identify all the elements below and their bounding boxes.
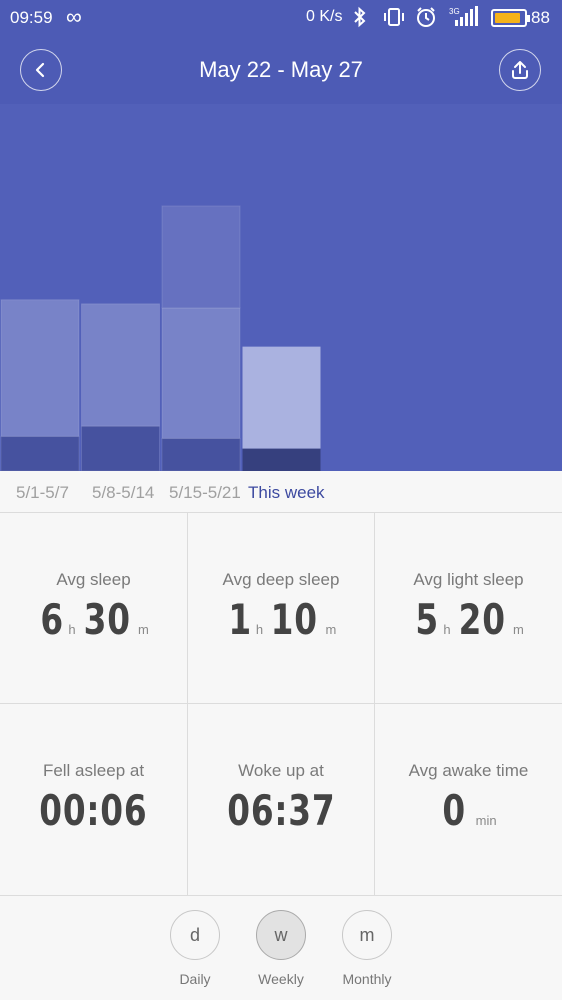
fell-asleep-value: 00:06	[0, 786, 187, 835]
avg-sleep-card: Avg sleep 6 h 30 m	[0, 513, 187, 704]
chart-svg	[0, 205, 321, 471]
week-tabs: 5/1-5/7 5/8-5/14 5/15-5/21 This week	[0, 471, 562, 513]
daily-label: Daily	[179, 971, 211, 987]
avg-sleep-minutes: 30	[83, 595, 131, 644]
fell-asleep-card: Fell asleep at 00:06	[0, 704, 187, 895]
weekly-circle[interactable]: w	[256, 910, 306, 960]
week-tab-1[interactable]: 5/1-5/7	[16, 483, 69, 503]
avg-deep-sleep-card: Avg deep sleep 1 h 10 m	[187, 513, 375, 704]
hours-unit: h	[443, 622, 451, 637]
awake-time-label: Avg awake time	[408, 761, 529, 780]
daily-circle[interactable]: d	[170, 910, 220, 960]
weekly-button[interactable]: w Weekly	[241, 910, 321, 987]
monthly-label: Monthly	[342, 971, 392, 987]
page-title: May 22 - May 27	[199, 57, 363, 82]
fell-asleep-time: 00:06	[39, 786, 148, 835]
avg-light-sleep-minutes: 20	[458, 595, 506, 644]
awake-time-number: 0	[442, 786, 467, 835]
avg-sleep-label: Avg sleep	[56, 570, 131, 589]
bluetooth-icon	[352, 6, 368, 33]
woke-up-card: Woke up at 06:37	[187, 704, 375, 895]
header: May 22 - May 27	[0, 36, 562, 104]
week-tab-this-week[interactable]: This week	[248, 483, 325, 503]
infinity-icon: ∞	[66, 4, 82, 29]
daily-button[interactable]: d Daily	[155, 910, 235, 987]
fell-asleep-label: Fell asleep at	[42, 761, 145, 780]
bar-deep-3[interactable]	[161, 437, 241, 471]
status-time: 09:59	[10, 8, 53, 27]
share-button[interactable]	[499, 49, 541, 91]
bar-deep-1[interactable]	[0, 435, 80, 471]
monthly-button[interactable]: m Monthly	[327, 910, 407, 987]
woke-up-time: 06:37	[226, 786, 336, 835]
week-tab-3[interactable]: 5/15-5/21	[169, 483, 241, 503]
bar-deep-4[interactable]	[242, 448, 321, 471]
avg-sleep-hours: 6	[40, 595, 65, 644]
weekly-label: Weekly	[258, 971, 304, 987]
avg-light-sleep-card: Avg light sleep 5 h 20 m	[375, 513, 562, 704]
avg-deep-sleep-label: Avg deep sleep	[222, 570, 340, 589]
bar-light-3[interactable]	[161, 307, 241, 439]
bar-light-2[interactable]	[81, 303, 160, 427]
woke-up-label: Woke up at	[238, 761, 324, 780]
network-speed: 0 K/s	[306, 8, 343, 25]
avg-light-sleep-value: 5 h 20 m	[375, 595, 562, 644]
avg-light-sleep-label: Avg light sleep	[413, 570, 524, 589]
awake-time-value: 0 min	[375, 786, 562, 835]
awake-time-card: Avg awake time 0 min	[375, 704, 562, 895]
vibrate-icon	[383, 6, 405, 33]
avg-light-sleep-hours: 5	[415, 595, 440, 644]
period-selector: d Daily w Weekly m Monthly	[0, 895, 562, 1000]
minutes-unit: m	[138, 622, 149, 637]
min-unit: min	[475, 813, 497, 828]
avg-sleep-value: 6 h 30 m	[0, 595, 187, 644]
hours-unit: h	[68, 622, 76, 637]
weekly-sleep-chart	[0, 104, 562, 471]
bar-deep-2[interactable]	[81, 425, 160, 471]
week-tab-2[interactable]: 5/8-5/14	[92, 483, 154, 503]
bar-light-4[interactable]	[242, 346, 321, 449]
battery-level: 88	[531, 8, 550, 27]
bar-light-1[interactable]	[0, 299, 80, 437]
svg-text:3G: 3G	[449, 7, 460, 16]
monthly-circle[interactable]: m	[342, 910, 392, 960]
stats-grid: Avg sleep 6 h 30 m Avg deep sleep 1 h 10 m Avg…	[0, 513, 562, 895]
avg-deep-sleep-value: 1 h 10 m	[188, 595, 374, 644]
alarm-icon	[415, 6, 437, 33]
status-bar: 09:59 ∞ 0 K/s 3G 88	[0, 0, 562, 36]
hours-unit: h	[255, 622, 264, 637]
minutes-unit: m	[325, 622, 337, 637]
battery-icon	[491, 9, 530, 27]
upload-icon	[512, 61, 528, 79]
avg-deep-sleep-minutes: 10	[270, 595, 318, 644]
woke-up-value: 06:37	[188, 786, 374, 835]
minutes-unit: m	[513, 622, 524, 637]
avg-deep-sleep-hours: 1	[227, 595, 252, 644]
bar-extra-3[interactable]	[161, 205, 241, 309]
signal-3g-icon: 3G	[449, 6, 479, 33]
